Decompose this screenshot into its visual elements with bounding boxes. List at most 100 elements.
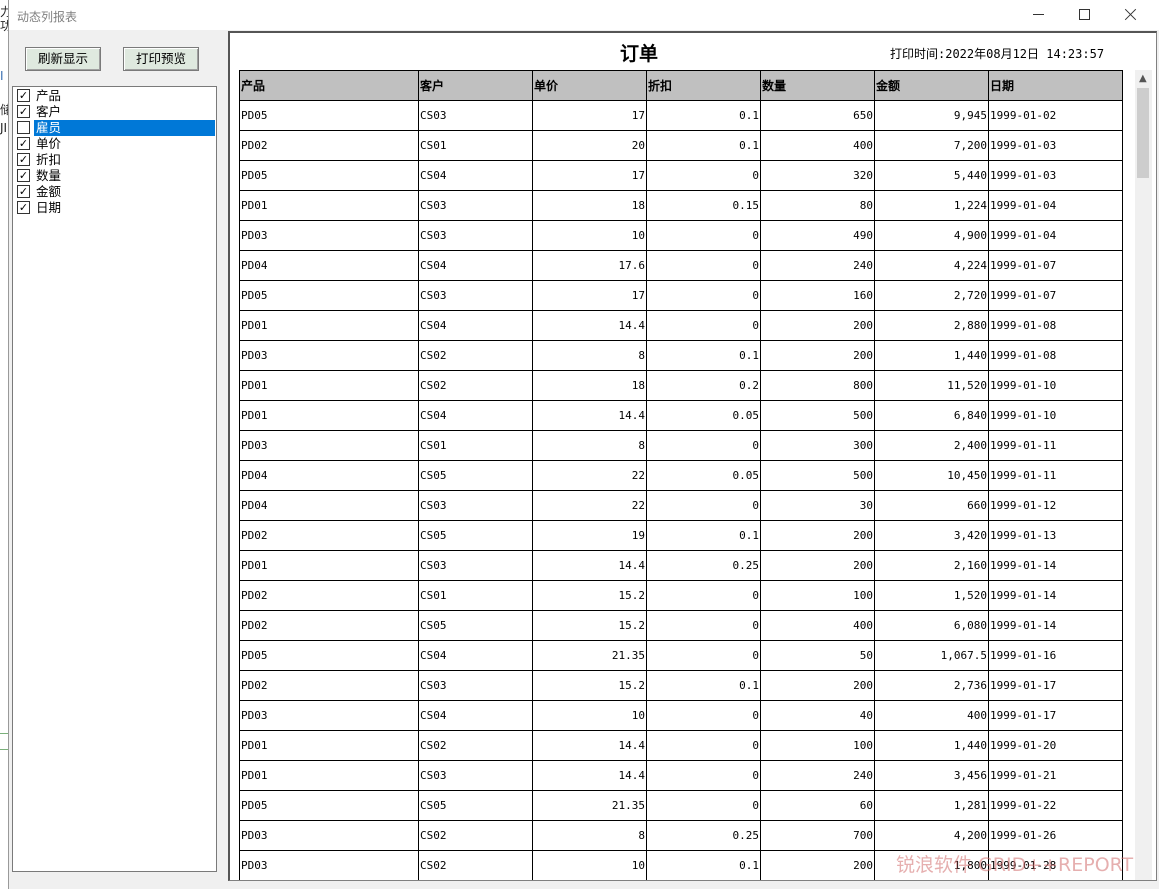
close-button[interactable] — [1107, 0, 1153, 30]
table-cell: 400 — [874, 700, 989, 731]
table-cell: PD03 — [239, 220, 419, 251]
table-cell: 650 — [760, 100, 875, 131]
table-cell: CS03 — [418, 490, 533, 521]
column-checkbox-item[interactable]: ✓ 单价 — [17, 136, 215, 152]
table-cell: PD01 — [239, 730, 419, 761]
table-cell: 15.2 — [532, 580, 647, 611]
table-cell: CS04 — [418, 400, 533, 431]
table-cell: PD03 — [239, 430, 419, 461]
table-row: PD03 CS04 10 0 40 400 1999-01-17 — [239, 700, 1123, 731]
table-cell: 1999-01-02 — [988, 100, 1123, 131]
table-cell: CS04 — [418, 700, 533, 731]
table-cell: CS04 — [418, 310, 533, 341]
table-cell: 1999-01-17 — [988, 670, 1123, 701]
table-cell: 1999-01-08 — [988, 340, 1123, 371]
table-cell: 14.4 — [532, 310, 647, 341]
table-row: PD04 CS04 17.6 0 240 4,224 1999-01-07 — [239, 250, 1123, 281]
column-checkbox-item[interactable]: ✓ 产品 — [17, 88, 215, 104]
table-cell: 1999-01-13 — [988, 520, 1123, 551]
column-checklist[interactable]: ✓ 产品 ✓ 客户 雇员 ✓ 单价 ✓ 折扣 ✓ 数量 ✓ 金额 ✓ 日期 — [12, 86, 217, 872]
table-cell: 1999-01-08 — [988, 310, 1123, 341]
table-cell: 1999-01-11 — [988, 460, 1123, 491]
table-row: PD05 CS04 17 0 320 5,440 1999-01-03 — [239, 160, 1123, 191]
table-row: PD01 CS04 14.4 0 200 2,880 1999-01-08 — [239, 310, 1123, 341]
table-row: PD02 CS01 20 0.1 400 7,200 1999-01-03 — [239, 130, 1123, 161]
maximize-button[interactable] — [1061, 0, 1107, 30]
checkbox[interactable] — [17, 121, 30, 134]
table-cell: 14.4 — [532, 730, 647, 761]
column-checkbox-item[interactable]: ✓ 金额 — [17, 184, 215, 200]
table-cell: 240 — [760, 760, 875, 791]
table-row: PD03 CS03 10 0 490 4,900 1999-01-04 — [239, 220, 1123, 251]
table-cell: 200 — [760, 520, 875, 551]
title-bar[interactable]: 动态列报表 — [9, 0, 1159, 30]
checkbox[interactable]: ✓ — [17, 201, 30, 214]
refresh-button[interactable]: 刷新显示 — [25, 47, 101, 71]
table-cell: PD03 — [239, 340, 419, 371]
column-checkbox-item[interactable]: ✓ 数量 — [17, 168, 215, 184]
minimize-button[interactable] — [1015, 0, 1061, 30]
table-cell: 80 — [760, 190, 875, 221]
table-cell: 240 — [760, 250, 875, 281]
column-header: 客户 — [418, 70, 533, 101]
table-cell: 1,067.5 — [874, 640, 989, 671]
table-cell: CS02 — [418, 730, 533, 761]
table-cell: 0.1 — [646, 850, 761, 880]
table-cell: 0 — [646, 250, 761, 281]
table-body: PD05 CS03 17 0.1 650 9,945 1999-01-02 PD02 CS01 2… — [239, 100, 1123, 880]
column-checkbox-item[interactable]: ✓ 日期 — [17, 200, 215, 216]
table-cell: 4,224 — [874, 250, 989, 281]
table-cell: 18 — [532, 370, 647, 401]
table-cell: 0.1 — [646, 100, 761, 131]
table-cell: PD02 — [239, 520, 419, 551]
table-cell: CS04 — [418, 640, 533, 671]
checkbox[interactable]: ✓ — [17, 105, 30, 118]
table-row: PD03 CS02 8 0.1 200 1,440 1999-01-08 — [239, 340, 1123, 371]
table-row: PD04 CS03 22 0 30 660 1999-01-12 — [239, 490, 1123, 521]
table-cell: 6,840 — [874, 400, 989, 431]
checkbox[interactable]: ✓ — [17, 89, 30, 102]
table-cell: PD02 — [239, 610, 419, 641]
column-checkbox-item[interactable]: 雇员 — [17, 120, 215, 136]
report-title: 订单 — [620, 43, 659, 65]
table-cell: 0.1 — [646, 670, 761, 701]
table-cell: 1999-01-26 — [988, 820, 1123, 851]
table-cell: 2,880 — [874, 310, 989, 341]
table-cell: 1999-01-12 — [988, 490, 1123, 521]
table-cell: 0.25 — [646, 820, 761, 851]
table-cell: 0 — [646, 310, 761, 341]
table-row: PD02 CS05 15.2 0 400 6,080 1999-01-14 — [239, 610, 1123, 641]
table-cell: CS05 — [418, 520, 533, 551]
table-cell: 1999-01-17 — [988, 700, 1123, 731]
watermark: 锐浪软件 GRID++REPORT — [896, 854, 1134, 876]
table-cell: 1999-01-04 — [988, 190, 1123, 221]
table-row: PD02 CS03 15.2 0.1 200 2,736 1999-01-17 — [239, 670, 1123, 701]
column-checkbox-item[interactable]: ✓ 折扣 — [17, 152, 215, 168]
table-cell: 200 — [760, 850, 875, 880]
table-cell: 100 — [760, 730, 875, 761]
table-cell: CS03 — [418, 670, 533, 701]
vertical-scrollbar[interactable]: ▲ — [1135, 70, 1152, 880]
table-cell: 0.25 — [646, 550, 761, 581]
print-preview-button[interactable]: 打印预览 — [123, 47, 199, 71]
checkbox[interactable]: ✓ — [17, 137, 30, 150]
table-cell: 22 — [532, 490, 647, 521]
column-checkbox-label: 金额 — [36, 184, 62, 199]
table-cell: 20 — [532, 130, 647, 161]
checkbox[interactable]: ✓ — [17, 169, 30, 182]
table-row: PD03 CS02 8 0.25 700 4,200 1999-01-26 — [239, 820, 1123, 851]
report-preview: 订单 打印时间:2022年08月12日 14:23:57 产品 客户 单价 折扣 数量金… — [228, 31, 1157, 881]
checkbox[interactable]: ✓ — [17, 153, 30, 166]
background-fragment: I — [0, 69, 4, 83]
table-cell: 1999-01-11 — [988, 430, 1123, 461]
checkbox[interactable]: ✓ — [17, 185, 30, 198]
table-cell: 160 — [760, 280, 875, 311]
table-cell: PD03 — [239, 820, 419, 851]
table-cell: 0 — [646, 760, 761, 791]
table-cell: CS03 — [418, 220, 533, 251]
table-cell: 0 — [646, 640, 761, 671]
table-cell: 800 — [760, 370, 875, 401]
scrollbar-thumb[interactable] — [1137, 88, 1149, 178]
column-checkbox-item[interactable]: ✓ 客户 — [17, 104, 215, 120]
scroll-up-icon[interactable]: ▲ — [1139, 73, 1147, 84]
